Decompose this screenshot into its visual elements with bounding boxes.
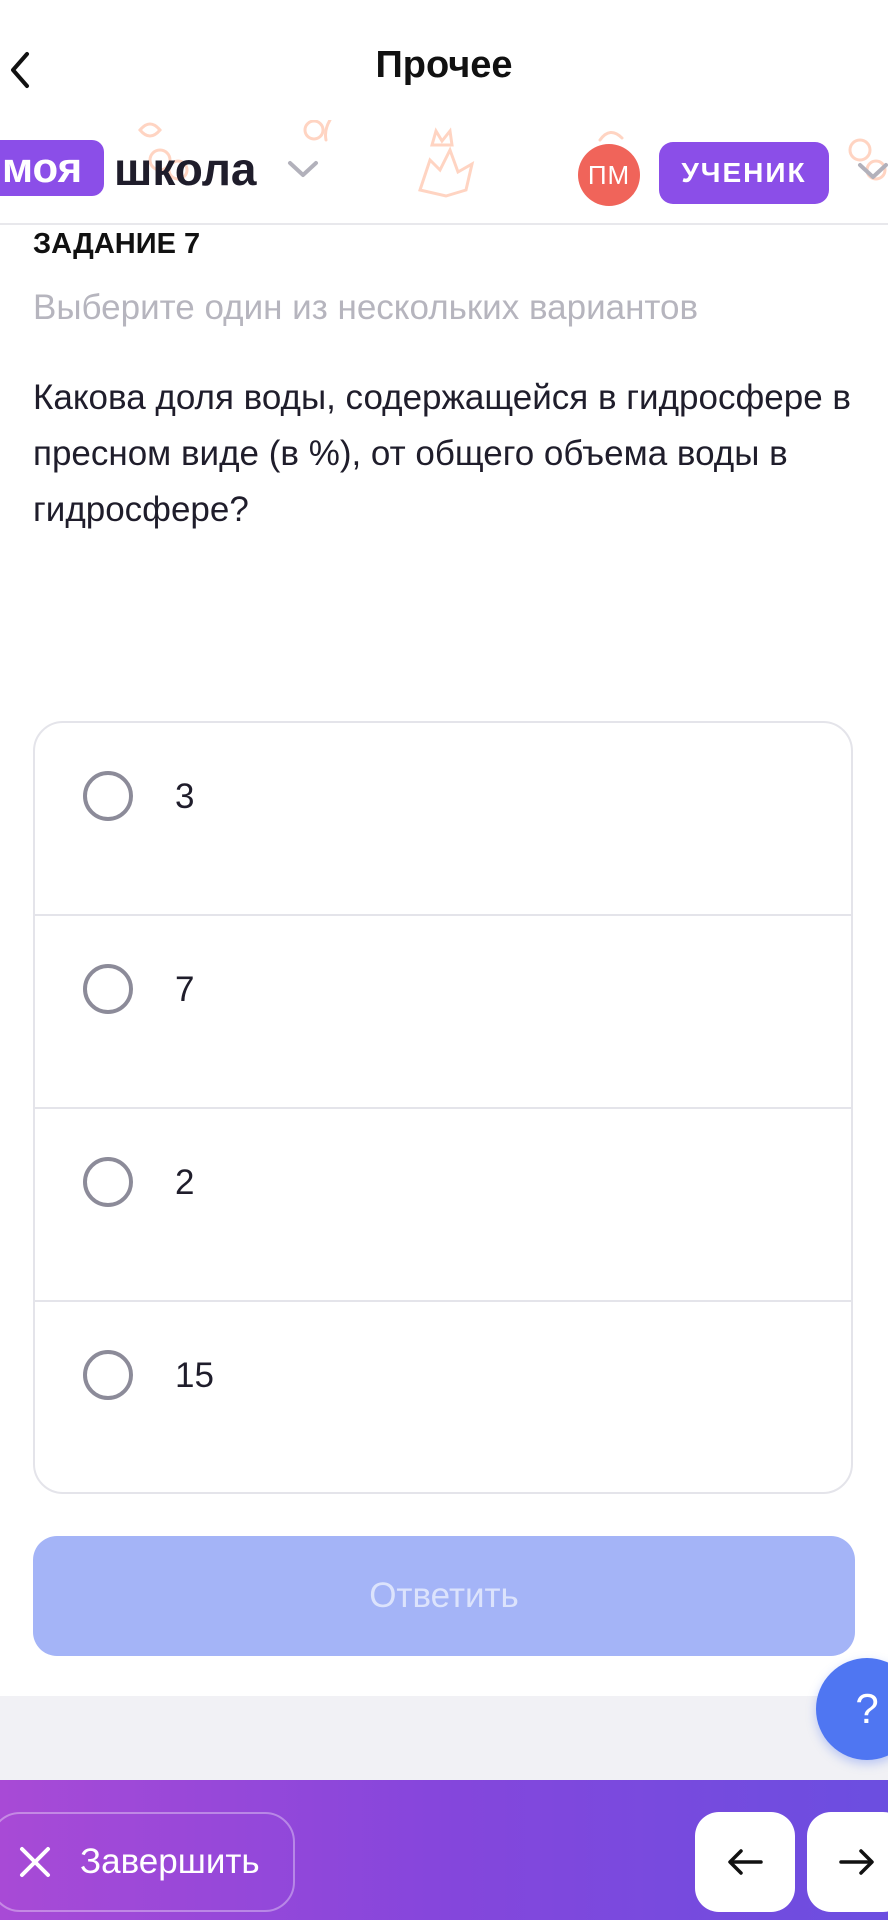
answer-button[interactable]: Ответить (33, 1536, 855, 1656)
logo-word: школа (114, 143, 257, 195)
chevron-down-icon[interactable] (856, 160, 888, 182)
chevron-down-icon[interactable] (286, 158, 320, 180)
top-nav-bar: Прочее (0, 0, 888, 120)
avatar[interactable]: ПМ (578, 144, 640, 206)
page-title: Прочее (375, 44, 513, 86)
arrow-left-icon (728, 1849, 763, 1875)
radio-button[interactable] (83, 1157, 133, 1207)
finish-label: Завершить (80, 1842, 260, 1881)
radio-button[interactable] (83, 1350, 133, 1400)
footer-spacer (0, 1696, 888, 1780)
close-icon (20, 1847, 50, 1877)
option-label: 3 (175, 777, 195, 816)
task-label: ЗАДАНИЕ 7 (33, 228, 201, 260)
task-hint: Выберите один из нескольких вариантов (33, 288, 699, 327)
option-item[interactable]: 15 (35, 1302, 851, 1492)
question-text: Какова доля воды, содержащейся в гидросф… (33, 378, 851, 529)
radio-button[interactable] (83, 771, 133, 821)
bottom-bar: Завершить (0, 1780, 888, 1920)
option-item[interactable]: 7 (35, 916, 851, 1109)
option-item[interactable]: 2 (35, 1109, 851, 1302)
answer-options: 3 7 2 15 (33, 721, 853, 1494)
next-button[interactable] (807, 1812, 888, 1912)
logo-tag: моя (0, 140, 104, 196)
option-item[interactable]: 3 (35, 723, 851, 916)
radio-button[interactable] (83, 964, 133, 1014)
arrow-right-icon (839, 1849, 874, 1875)
content-bottom-edge (0, 1680, 888, 1696)
option-label: 2 (175, 1163, 195, 1202)
finish-button[interactable]: Завершить (0, 1812, 295, 1912)
option-label: 7 (175, 970, 195, 1009)
role-badge[interactable]: УЧЕНИК (659, 142, 829, 204)
option-label: 15 (175, 1356, 214, 1395)
brand-bar: моя школа ПМ УЧЕНИК (0, 120, 888, 225)
prev-button[interactable] (695, 1812, 795, 1912)
